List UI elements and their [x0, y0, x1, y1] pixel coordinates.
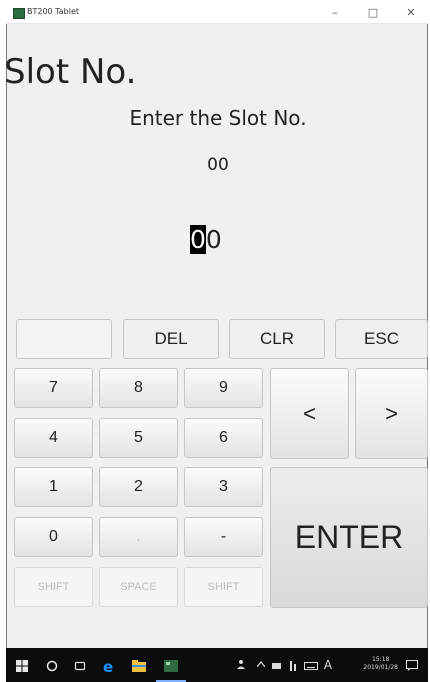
- key-6[interactable]: 6: [184, 418, 263, 458]
- battery-icon[interactable]: [270, 648, 284, 682]
- slot-entry-field[interactable]: 00: [190, 225, 222, 254]
- chevron-up-icon[interactable]: [254, 648, 268, 682]
- minimize-button[interactable]: –: [324, 4, 346, 22]
- space-button[interactable]: SPACE: [99, 567, 178, 607]
- notifications-icon[interactable]: [402, 648, 422, 682]
- close-button[interactable]: ✕: [400, 4, 422, 22]
- cursor-left-button[interactable]: <: [270, 368, 349, 459]
- window-title: BT200 Tablet: [27, 7, 80, 16]
- screen-title: Slot No.: [4, 52, 137, 92]
- shift-left-button[interactable]: SHIFT: [14, 567, 93, 607]
- file-explorer-icon[interactable]: [126, 648, 152, 682]
- search-icon[interactable]: [40, 648, 64, 682]
- clock-date: 2019/01/28: [363, 664, 398, 671]
- cursor-right-button[interactable]: >: [355, 368, 428, 459]
- bt200-app-icon[interactable]: [156, 648, 186, 682]
- shift-right-button[interactable]: SHIFT: [184, 567, 263, 607]
- key-dot[interactable]: .: [99, 517, 178, 557]
- key-4[interactable]: 4: [14, 418, 93, 458]
- network-icon[interactable]: [286, 648, 300, 682]
- key-0[interactable]: 0: [14, 517, 93, 557]
- key-3[interactable]: 3: [184, 467, 263, 507]
- app-icon: [13, 8, 25, 19]
- clr-button[interactable]: CLR: [229, 319, 325, 359]
- enter-button[interactable]: ENTER: [270, 467, 428, 608]
- taskbar-clock[interactable]: 15:18 2019/01/28: [363, 656, 398, 672]
- clock-time: 15:18: [372, 656, 390, 663]
- start-icon[interactable]: [10, 648, 34, 682]
- keyboard-icon[interactable]: [302, 648, 320, 682]
- key-1[interactable]: 1: [14, 467, 93, 507]
- key-7[interactable]: 7: [14, 368, 93, 408]
- key-8[interactable]: 8: [99, 368, 178, 408]
- key-9[interactable]: 9: [184, 368, 263, 408]
- prompt-text: Enter the Slot No.: [129, 106, 307, 130]
- key-5[interactable]: 5: [99, 418, 178, 458]
- maximize-button[interactable]: □: [362, 4, 384, 22]
- task-view-icon[interactable]: [68, 648, 92, 682]
- entry-text: 0: [205, 225, 222, 254]
- edge-icon[interactable]: e: [96, 648, 122, 682]
- del-button[interactable]: DEL: [123, 319, 219, 359]
- key-minus[interactable]: -: [184, 517, 263, 557]
- blank-key[interactable]: [16, 319, 112, 359]
- esc-button[interactable]: ESC: [335, 319, 428, 359]
- ime-indicator[interactable]: A: [322, 648, 334, 682]
- key-2[interactable]: 2: [99, 467, 178, 507]
- taskbar: e A 15:18 2019/01/28: [6, 648, 428, 682]
- svg-text:e: e: [103, 659, 113, 673]
- current-slot-value: 00: [207, 155, 229, 175]
- people-icon[interactable]: [234, 648, 250, 682]
- title-bar: BT200 Tablet – □ ✕: [6, 2, 428, 24]
- entry-cursor: 0: [190, 225, 206, 254]
